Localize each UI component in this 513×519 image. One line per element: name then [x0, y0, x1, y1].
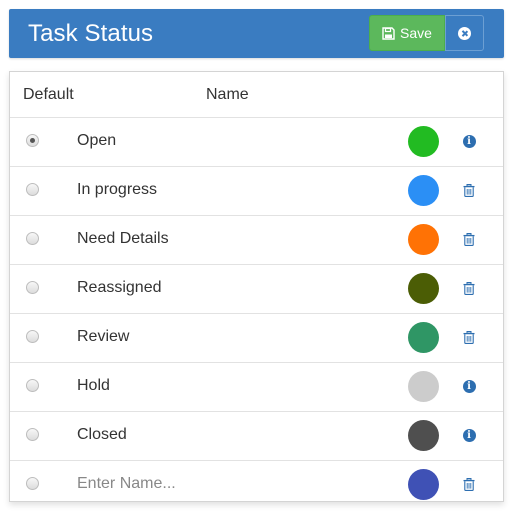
column-header-default: Default — [23, 86, 74, 103]
status-name: Reassigned — [77, 279, 162, 296]
table-row: Hold i — [10, 363, 503, 412]
default-radio[interactable] — [26, 134, 39, 147]
table-header: Default Name — [10, 72, 503, 118]
default-radio[interactable] — [26, 330, 39, 343]
save-button[interactable]: Save — [369, 15, 445, 51]
close-button[interactable] — [445, 15, 484, 51]
table-row: Review — [10, 314, 503, 363]
close-icon — [458, 26, 471, 40]
info-icon: i — [462, 379, 476, 393]
default-radio[interactable] — [26, 428, 39, 441]
table-row: In progress — [10, 167, 503, 216]
delete-button[interactable] — [462, 477, 476, 491]
info-button[interactable]: i — [462, 134, 476, 148]
default-radio[interactable] — [26, 281, 39, 294]
info-button[interactable]: i — [462, 428, 476, 442]
status-name: Review — [77, 328, 130, 345]
status-name: Need Details — [77, 230, 169, 247]
color-swatch[interactable] — [408, 273, 439, 304]
delete-button[interactable] — [462, 330, 476, 344]
save-button-label: Save — [400, 25, 432, 41]
color-swatch[interactable] — [408, 224, 439, 255]
header-bar: Task Status Save — [9, 9, 504, 58]
default-radio[interactable] — [26, 183, 39, 196]
status-table: Default Name Open i In progress Need Detail… — [9, 71, 504, 502]
trash-icon — [463, 183, 475, 197]
default-radio[interactable] — [26, 379, 39, 392]
trash-icon — [463, 330, 475, 344]
delete-button[interactable] — [462, 183, 476, 197]
color-swatch[interactable] — [408, 469, 439, 500]
table-row: Need Details — [10, 216, 503, 265]
column-header-name: Name — [206, 86, 249, 103]
default-radio[interactable] — [26, 477, 39, 490]
page-title: Task Status — [28, 20, 154, 47]
info-button[interactable]: i — [462, 379, 476, 393]
delete-button[interactable] — [462, 232, 476, 246]
status-name: Closed — [77, 426, 127, 443]
info-icon: i — [462, 134, 476, 148]
table-body: Open i In progress Need Details Reassigned Re… — [10, 118, 503, 509]
default-radio[interactable] — [26, 232, 39, 245]
new-status-name-input[interactable] — [72, 471, 322, 497]
status-name: In progress — [77, 181, 158, 198]
status-name: Open — [77, 132, 117, 149]
color-swatch[interactable] — [408, 175, 439, 206]
new-status-row — [10, 461, 503, 509]
trash-icon — [463, 281, 475, 295]
color-swatch[interactable] — [408, 126, 439, 157]
floppy-disk-icon — [382, 26, 395, 40]
table-row: Open i — [10, 118, 503, 167]
delete-button[interactable] — [462, 281, 476, 295]
color-swatch[interactable] — [408, 371, 439, 402]
trash-icon — [463, 477, 475, 491]
color-swatch[interactable] — [408, 420, 439, 451]
table-row: Closed i — [10, 412, 503, 461]
status-name: Hold — [77, 377, 110, 394]
info-icon: i — [462, 428, 476, 442]
trash-icon — [463, 232, 475, 246]
color-swatch[interactable] — [408, 322, 439, 353]
table-row: Reassigned — [10, 265, 503, 314]
